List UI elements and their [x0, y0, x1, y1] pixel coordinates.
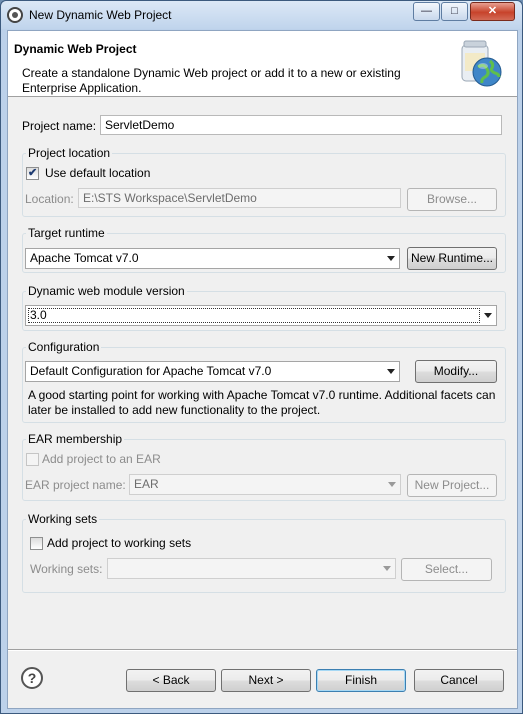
location-input[interactable]: E:\STS Workspace\ServletDemo — [78, 188, 401, 208]
location-label: Location: — [25, 192, 74, 206]
wizard-description: Create a standalone Dynamic Web project … — [22, 66, 401, 95]
project-location-group-label: Project location — [26, 146, 113, 160]
minimize-button[interactable]: — — [413, 2, 440, 21]
app-icon[interactable] — [7, 7, 23, 23]
configuration-select[interactable]: Default Configuration for Apache Tomcat … — [25, 361, 400, 382]
chevron-down-icon — [387, 256, 395, 261]
chevron-down-icon — [484, 313, 492, 318]
browse-button[interactable]: Browse... — [407, 188, 497, 211]
target-runtime-value: Apache Tomcat v7.0 — [30, 251, 139, 265]
back-button[interactable]: < Back — [126, 669, 216, 692]
module-version-group-label: Dynamic web module version — [26, 284, 187, 298]
chevron-down-icon — [387, 369, 395, 374]
add-to-ear-label: Add project to an EAR — [42, 452, 161, 466]
dialog-client-area: Dynamic Web Project Create a standalone … — [7, 30, 518, 709]
new-runtime-button[interactable]: New Runtime... — [407, 247, 497, 270]
focus-rect — [28, 308, 480, 323]
module-version-select[interactable]: 3.0 — [25, 305, 497, 326]
checkmark-icon: ✔ — [28, 167, 38, 179]
working-sets-select[interactable] — [107, 558, 396, 579]
ear-project-name-select[interactable]: EAR — [129, 474, 401, 495]
working-sets-group-label: Working sets — [26, 512, 100, 526]
add-to-working-sets-label: Add project to working sets — [47, 536, 192, 550]
finish-button[interactable]: Finish — [316, 669, 406, 692]
project-name-input[interactable]: ServletDemo — [100, 115, 502, 135]
ear-project-name-value: EAR — [134, 477, 159, 491]
configuration-description: A good starting point for working with A… — [28, 388, 496, 417]
wizard-header: Dynamic Web Project Create a standalone … — [8, 31, 517, 97]
next-button[interactable]: Next > — [221, 669, 311, 692]
ear-membership-group-label: EAR membership — [26, 432, 125, 446]
add-to-working-sets-checkbox[interactable] — [30, 537, 43, 550]
configuration-value: Default Configuration for Apache Tomcat … — [30, 364, 272, 378]
help-icon[interactable]: ? — [21, 667, 43, 689]
window-title: New Dynamic Web Project — [29, 8, 172, 22]
wizard-title: Dynamic Web Project — [14, 42, 137, 56]
working-sets-group — [22, 519, 506, 593]
cancel-button[interactable]: Cancel — [414, 669, 504, 692]
ear-project-name-label: EAR project name: — [25, 478, 126, 492]
configuration-group-label: Configuration — [26, 340, 102, 354]
chevron-down-icon — [383, 566, 391, 571]
title-bar[interactable]: New Dynamic Web Project — □ ✕ — [1, 1, 522, 29]
new-project-button[interactable]: New Project... — [407, 474, 497, 497]
project-name-label: Project name: — [22, 119, 97, 133]
web-project-jar-globe-icon — [461, 40, 502, 87]
working-sets-label: Working sets: — [30, 562, 103, 576]
chevron-down-icon — [388, 482, 396, 487]
use-default-location-label: Use default location — [45, 166, 151, 180]
select-working-sets-button[interactable]: Select... — [401, 558, 492, 581]
dialog-window: New Dynamic Web Project — □ ✕ Dynamic We… — [0, 0, 523, 714]
add-to-ear-checkbox[interactable] — [26, 453, 39, 466]
maximize-button[interactable]: □ — [441, 2, 468, 21]
footer-separator — [8, 649, 517, 651]
target-runtime-group-label: Target runtime — [26, 226, 107, 240]
target-runtime-select[interactable]: Apache Tomcat v7.0 — [25, 248, 400, 269]
use-default-location-checkbox[interactable]: ✔ — [26, 167, 39, 180]
close-button[interactable]: ✕ — [470, 2, 515, 21]
modify-button[interactable]: Modify... — [415, 360, 497, 383]
